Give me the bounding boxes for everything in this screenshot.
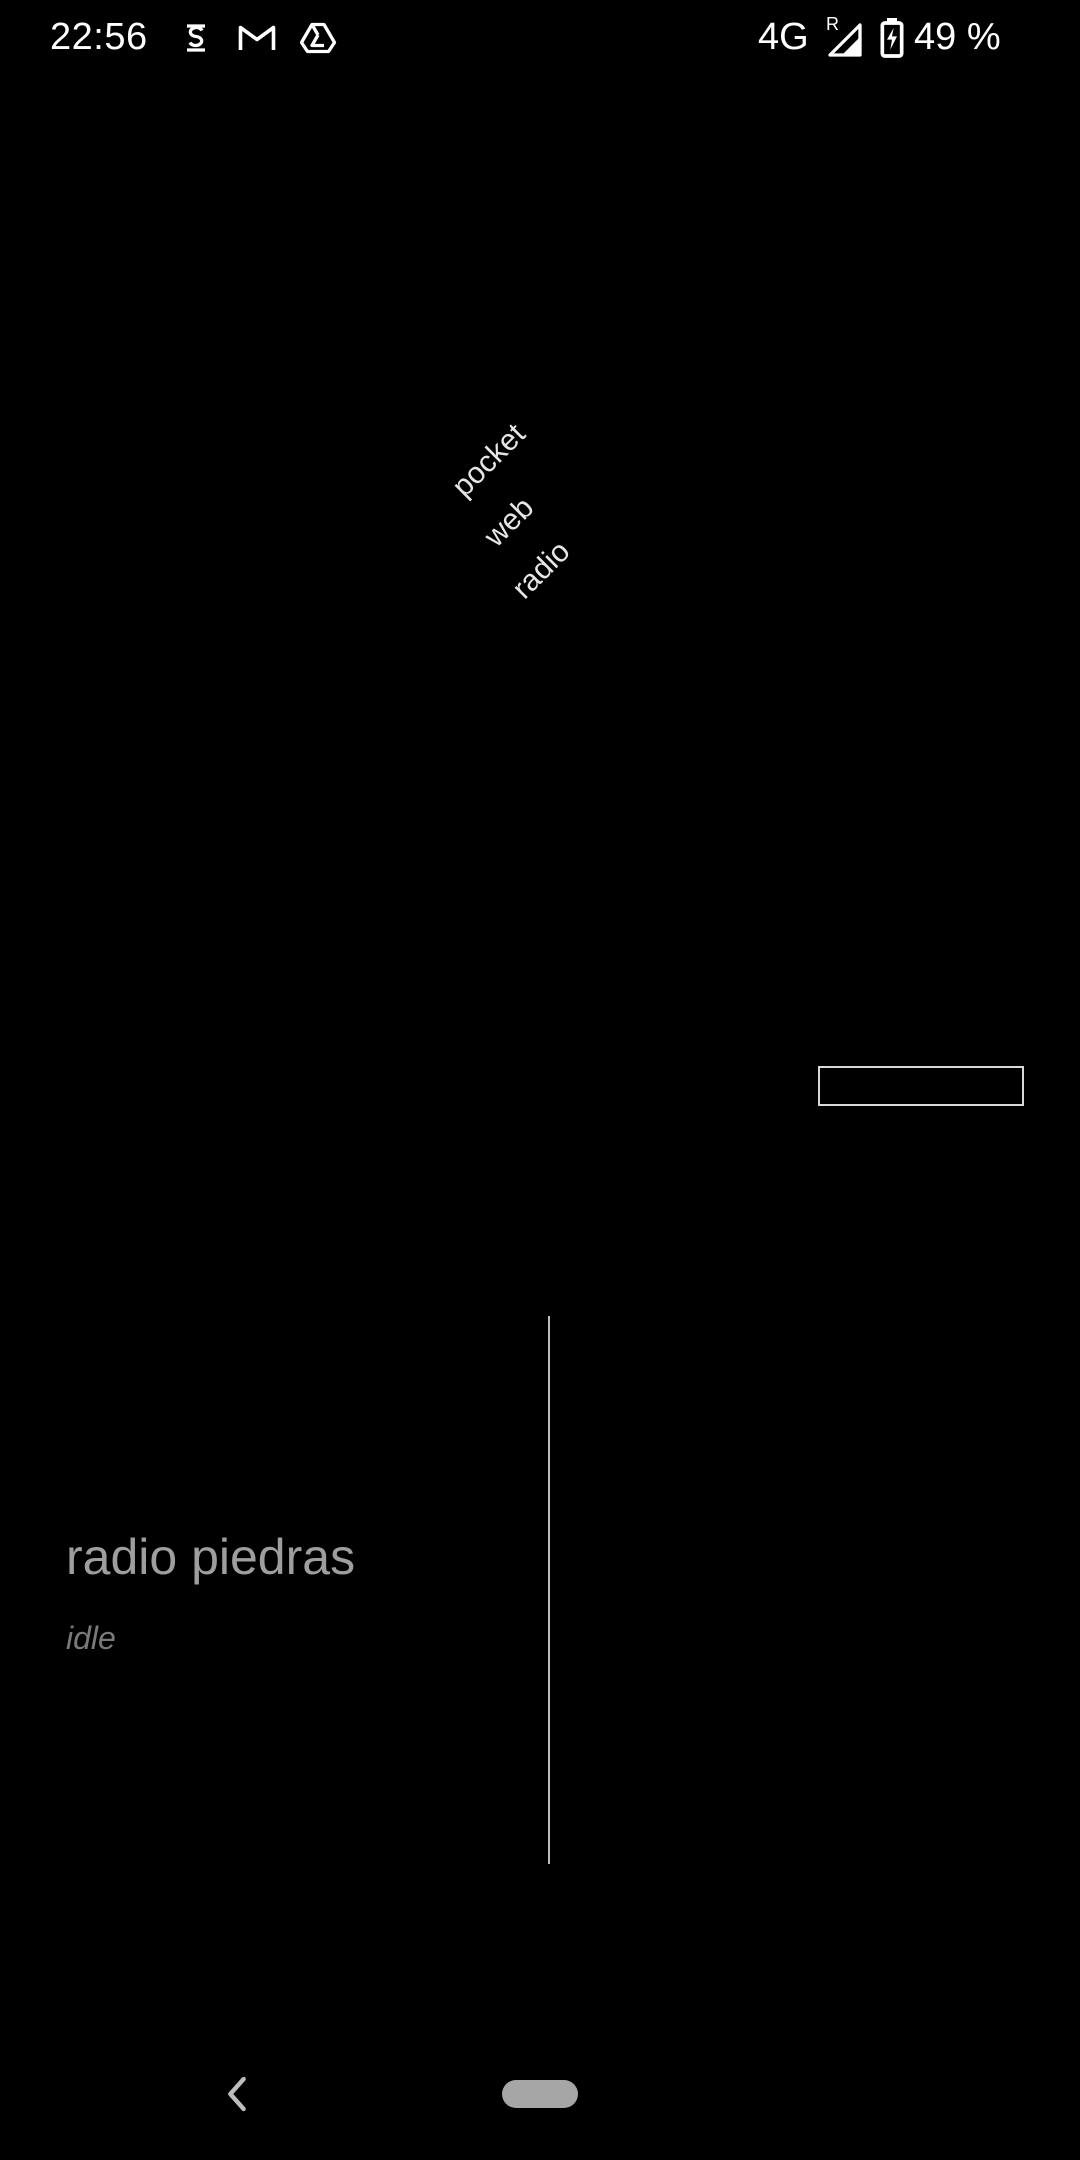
vertical-divider <box>548 1316 550 1864</box>
sim-icon <box>178 20 214 56</box>
gmail-icon <box>236 20 278 56</box>
logo-text-pocket: pocket <box>445 417 532 504</box>
home-pill[interactable] <box>502 2080 578 2108</box>
back-icon[interactable] <box>222 2074 252 2114</box>
battery-percent: 49 % <box>914 16 1001 58</box>
drive-icon <box>298 20 338 56</box>
signal-icon <box>826 22 864 58</box>
status-time: 22:56 <box>50 16 148 58</box>
station-name[interactable]: radio piedras <box>66 1528 355 1586</box>
station-status: idle <box>66 1620 116 1656</box>
logo-text-radio: radio <box>505 534 577 606</box>
network-type: 4G <box>758 16 809 58</box>
battery-charging-icon <box>880 18 904 58</box>
app-logo: pocket web radio <box>440 417 600 605</box>
status-bar: 22:56 4G R 49 % <box>0 0 1080 80</box>
menu-box[interactable] <box>818 1066 1024 1106</box>
logo-text-web: web <box>477 491 541 554</box>
